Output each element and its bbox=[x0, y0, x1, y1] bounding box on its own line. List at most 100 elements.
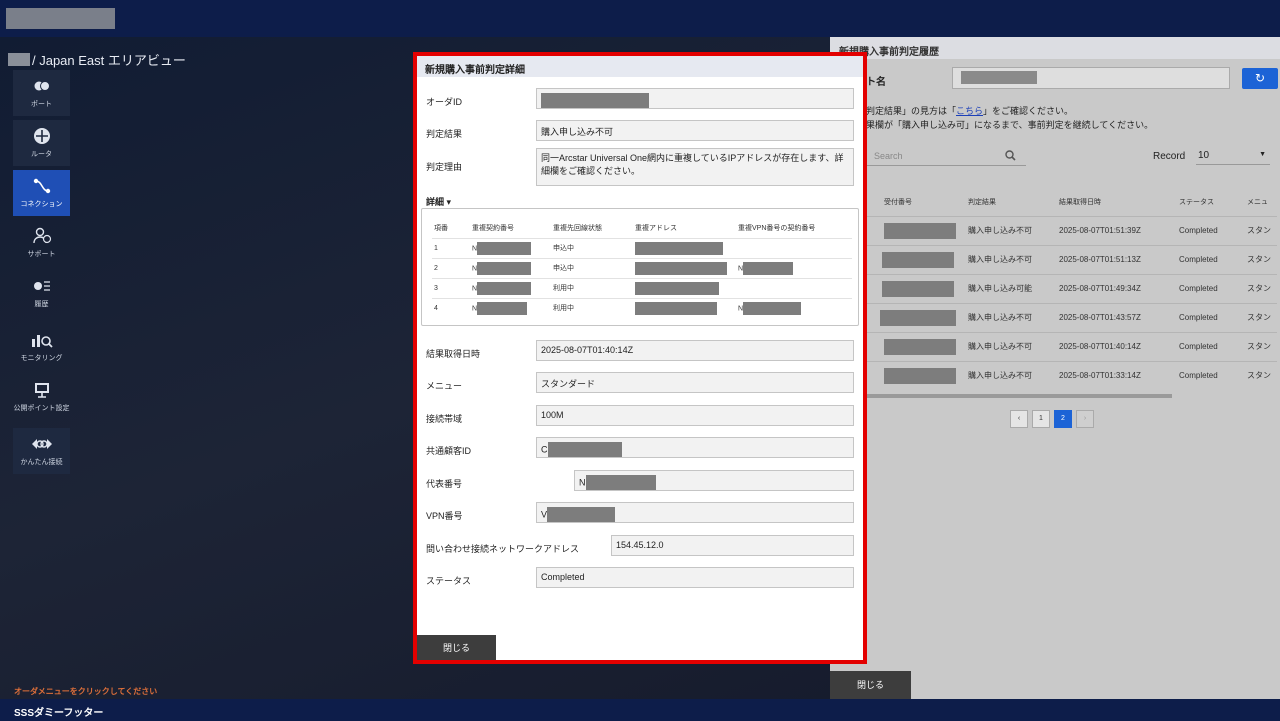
router-icon bbox=[31, 127, 53, 145]
note-text: 判定結果」の見方は「 bbox=[866, 106, 957, 116]
row-menu: スタン bbox=[1241, 360, 1277, 390]
row-time: 2025-08-07T01:49:34Z bbox=[1053, 273, 1173, 303]
masked-value bbox=[635, 261, 727, 275]
masked-value bbox=[541, 93, 649, 108]
nav-history[interactable]: 履歴 bbox=[13, 270, 70, 316]
history-close-button[interactable]: 閉じる bbox=[830, 671, 911, 699]
nav-history-label: 履歴 bbox=[34, 301, 49, 308]
pager-next-button[interactable]: › bbox=[1076, 410, 1094, 428]
detail-modal: 新規購入事前判定詳細 オーダID 判定結果 購入申し込み不可 判定理由 同一Ar… bbox=[413, 52, 867, 664]
easy-connect-icon bbox=[31, 435, 53, 453]
table-row: 2 N 申込中 N bbox=[432, 257, 852, 278]
detail-toggle[interactable]: 詳細 ▾ bbox=[426, 195, 451, 208]
table-row[interactable]: 購入申し込み不可 2025-08-07T01:40:14Z Completed … bbox=[860, 331, 1277, 361]
search-icon[interactable] bbox=[1005, 150, 1016, 163]
row-time: 2025-08-07T01:40:14Z bbox=[1053, 331, 1173, 361]
nav-easy-connect[interactable]: かんたん接続 bbox=[13, 428, 70, 474]
row-menu: スタン bbox=[1241, 215, 1277, 245]
pager-page-2[interactable]: 2 bbox=[1054, 410, 1072, 428]
port-icon bbox=[31, 77, 53, 95]
chevron-down-icon: ▼ bbox=[1259, 151, 1266, 158]
close-button[interactable]: 閉じる bbox=[417, 635, 496, 660]
masked-value bbox=[884, 338, 956, 355]
history-note-1: 判定結果」の見方は「こちら」をご確認ください。 bbox=[866, 104, 1073, 117]
refresh-button[interactable]: ↻ bbox=[1242, 68, 1278, 89]
support-icon bbox=[31, 227, 53, 245]
row-time: 2025-08-07T01:51:39Z bbox=[1053, 215, 1173, 245]
table-row[interactable]: 購入申し込み不可 2025-08-07T01:33:14Z Completed … bbox=[860, 360, 1277, 390]
table-row[interactable]: 購入申し込み可能 2025-08-07T01:49:34Z Completed … bbox=[860, 273, 1277, 303]
modal-title: 新規購入事前判定詳細 bbox=[417, 56, 863, 77]
masked-value bbox=[477, 261, 532, 275]
col-header: 重複アドレス bbox=[635, 224, 677, 232]
nav-port[interactable]: ポート bbox=[13, 70, 70, 116]
pager-prev-button[interactable]: ‹ bbox=[1010, 410, 1028, 428]
nav-router[interactable]: ルータ bbox=[13, 120, 70, 166]
row-time: 2025-08-07T01:51:13Z bbox=[1053, 244, 1173, 274]
history-note-2: 果欄が「購入申し込み可」になるまで、事前判定を継続してください。 bbox=[866, 120, 1154, 130]
search-input[interactable]: Search bbox=[866, 148, 1026, 166]
table-row[interactable]: 購入申し込み不可 2025-08-07T01:51:39Z Completed … bbox=[860, 215, 1277, 245]
connection-icon bbox=[31, 177, 53, 195]
nav-connection-label: コネクション bbox=[20, 201, 63, 208]
detail-state: 利用中 bbox=[551, 297, 633, 318]
table-row[interactable]: 購入申し込み不可 2025-08-07T01:43:57Z Completed … bbox=[860, 302, 1277, 332]
row-result: 購入申し込み不可 bbox=[962, 215, 1053, 245]
masked-value bbox=[743, 301, 802, 315]
masked-value bbox=[585, 475, 656, 490]
hint-text: オーダメニューをクリックしてください bbox=[14, 687, 158, 696]
row-status: Completed bbox=[1173, 360, 1241, 390]
masked-value bbox=[882, 280, 954, 297]
row-result: 購入申し込み不可 bbox=[962, 244, 1053, 274]
detail-state: 申込中 bbox=[551, 257, 633, 278]
col-header: 判定結果 bbox=[968, 199, 996, 207]
network-field: 154.45.12.0 bbox=[611, 535, 854, 556]
nav-monitoring[interactable]: モニタリング bbox=[13, 324, 70, 370]
record-select[interactable]: 10 ▼ bbox=[1196, 147, 1270, 165]
row-result: 購入申し込み不可 bbox=[962, 331, 1053, 361]
table-row[interactable]: 購入申し込み不可 2025-08-07T01:51:13Z Completed … bbox=[860, 244, 1277, 274]
table-scrollbar[interactable] bbox=[860, 394, 1172, 398]
detail-table-box: 項番 重複契約番号 重複先回線状態 重複アドレス 重複VPN番号の契約番号 1 … bbox=[421, 208, 859, 326]
nav-support[interactable]: サポート bbox=[13, 220, 70, 266]
customer-id-field: C bbox=[536, 437, 854, 458]
top-bar bbox=[0, 0, 1280, 37]
detail-state: 利用中 bbox=[551, 277, 633, 298]
pagination: ‹ 1 2 › bbox=[1010, 410, 1094, 428]
row-time: 2025-08-07T01:33:14Z bbox=[1053, 360, 1173, 390]
masked-value bbox=[882, 251, 954, 268]
col-header: ステータス bbox=[1179, 199, 1214, 207]
row-status: Completed bbox=[1173, 331, 1241, 361]
reason-field: 同一Arcstar Universal One網内に重複しているIPアドレスが存… bbox=[536, 148, 854, 186]
col-header: 受付番号 bbox=[884, 199, 912, 207]
breadcrumb-text: / Japan East エリアビュー bbox=[32, 53, 186, 68]
time-label: 結果取得日時 bbox=[426, 349, 481, 359]
table-row: 3 N 利用中 bbox=[432, 277, 852, 298]
history-title: 新規購入事前判定履歴 bbox=[830, 37, 1280, 59]
record-value: 10 bbox=[1198, 150, 1210, 161]
nav-public-point-label: 公開ポイント設定 bbox=[13, 405, 70, 412]
order-id-label: オーダID bbox=[426, 97, 463, 107]
search-placeholder: Search bbox=[874, 151, 903, 161]
pager-page-1[interactable]: 1 bbox=[1032, 410, 1050, 428]
history-list-input[interactable] bbox=[952, 67, 1230, 89]
nav-connection[interactable]: コネクション bbox=[13, 170, 70, 216]
detail-table: 項番 重複契約番号 重複先回線状態 重複アドレス 重複VPN番号の契約番号 1 … bbox=[432, 218, 852, 318]
help-link[interactable]: こちら bbox=[956, 106, 983, 116]
footer: SSSダミーフッター bbox=[0, 699, 1280, 721]
history-list-label: ト名 bbox=[866, 77, 886, 88]
row-menu: スタン bbox=[1241, 244, 1277, 274]
nav-public-point[interactable]: 公開ポイント設定 bbox=[13, 374, 70, 420]
detail-no: 1 bbox=[432, 237, 470, 258]
masked-value bbox=[635, 241, 723, 255]
reason-label: 判定理由 bbox=[426, 162, 463, 172]
col-header: メニュ bbox=[1247, 199, 1268, 207]
row-time: 2025-08-07T01:43:57Z bbox=[1053, 302, 1173, 332]
masked-value bbox=[547, 442, 622, 457]
detail-no: 4 bbox=[432, 297, 470, 318]
record-label: Record bbox=[1153, 151, 1186, 162]
masked-value bbox=[961, 71, 1037, 84]
row-menu: スタン bbox=[1241, 302, 1277, 332]
customer-id-label: 共通顧客ID bbox=[426, 446, 472, 456]
status-label: ステータス bbox=[426, 576, 472, 586]
